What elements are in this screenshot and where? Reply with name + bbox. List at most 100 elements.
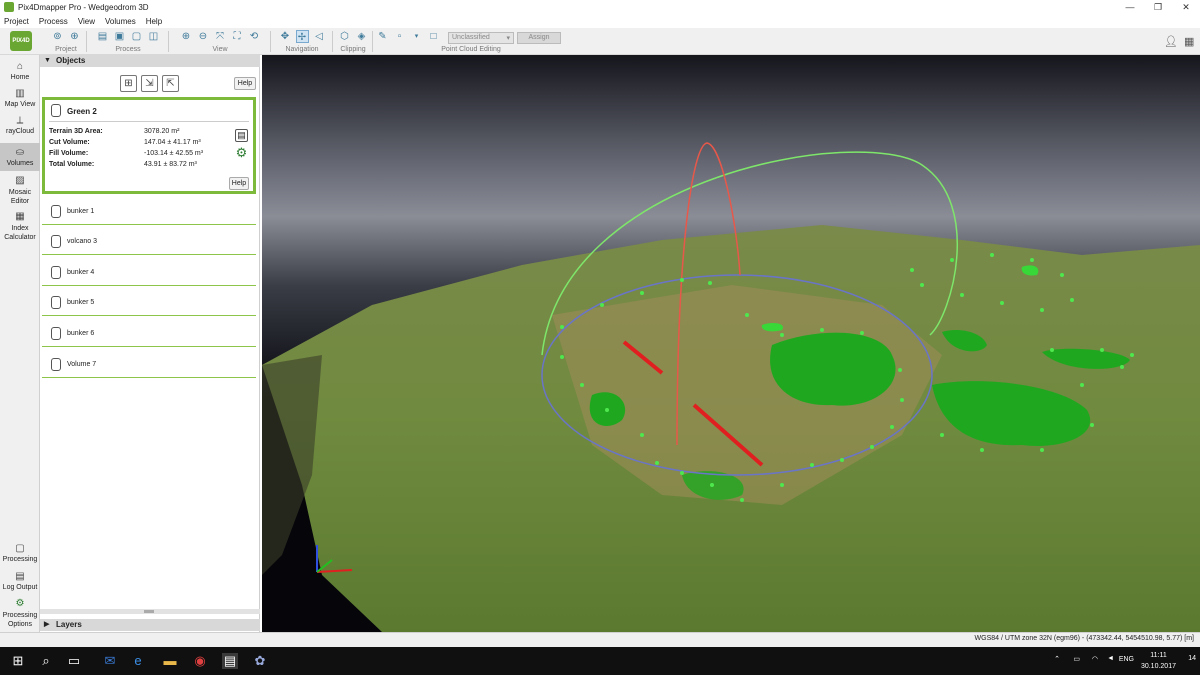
menu-process[interactable]: Process (39, 17, 68, 26)
selected-volume-card[interactable]: Green 2 Terrain 3D Area: 3078.20 m² Cut V… (42, 97, 256, 194)
notification-badge[interactable]: 14 (1188, 655, 1196, 675)
walk-icon[interactable]: ◁ (313, 30, 326, 43)
nav-log-output[interactable]: ▤ Log Output (0, 571, 40, 597)
clip-cube-icon[interactable]: ◈ (355, 30, 368, 43)
app-taskbar-icon[interactable]: ✿ (252, 653, 268, 669)
nav-index-calculator[interactable]: ▦ Index Calculator (0, 211, 40, 245)
volume-help-button[interactable]: Help (229, 177, 249, 190)
menu-bar: Project Process View Volumes Help (0, 14, 1200, 28)
app-icon (4, 2, 14, 12)
language-indicator[interactable]: ENG (1119, 656, 1134, 675)
panel-splitter[interactable] (40, 609, 260, 614)
target-icon[interactable]: ⊕ (68, 30, 81, 43)
report-icon[interactable]: ▤ (235, 129, 248, 142)
battery-icon[interactable]: ▭ (1073, 655, 1080, 675)
cylinder-icon: ⛀ (15, 147, 25, 158)
pix4d-taskbar-icon[interactable]: ▤ (222, 653, 238, 669)
toolbar-group-project: ⊚ ⊕ Project (48, 30, 84, 55)
menu-volumes[interactable]: Volumes (105, 17, 136, 26)
toolbar: PIX4D ⊚ ⊕ Project ▤ ▣ ▢ ◫ Process ⊕ ⊖ ⤧ … (0, 28, 1200, 55)
toolbar-group-process: ▤ ▣ ▢ ◫ Process (96, 30, 160, 53)
menu-help[interactable]: Help (146, 17, 162, 26)
windows-start-icon[interactable]: ⊞ (10, 653, 26, 669)
clock[interactable]: 11:11 30.10.2017 (1141, 650, 1176, 672)
fill-patch (770, 332, 896, 406)
import-volume-button[interactable]: ⇲ (141, 75, 158, 92)
close-button[interactable]: ✕ (1172, 0, 1200, 14)
list-item[interactable]: bunker 6 (42, 321, 256, 347)
nav-processing-options[interactable]: ⚙ Processing Options (0, 598, 40, 632)
cylinder-icon (51, 235, 61, 248)
pix4d-logo: PIX4D (10, 31, 32, 51)
select-icon[interactable]: ▫ (393, 30, 406, 43)
nav-volumes[interactable]: ⛀ Volumes (0, 143, 40, 171)
nav-map-view[interactable]: ▥ Map View (0, 88, 40, 114)
assign-button[interactable]: Assign (517, 32, 561, 44)
chevron-down-icon[interactable]: ▾ (410, 30, 423, 43)
list-item[interactable]: Volume 7 (42, 352, 256, 378)
zoom-fit-icon[interactable]: ⤧ (214, 30, 227, 43)
brush-icon[interactable]: ✎ (376, 30, 389, 43)
total-volume-row: Total Volume: 43.91 ± 83.72 m³ (49, 161, 197, 168)
cylinder-icon (51, 205, 61, 218)
processing-icon: ▢ (15, 543, 25, 554)
volume-icon[interactable]: ◄ (1107, 655, 1114, 675)
outlook-icon[interactable]: ✉ (102, 653, 118, 669)
gear-icon[interactable]: ⚙ (235, 146, 248, 160)
process-step3-icon[interactable]: ◫ (147, 30, 160, 43)
list-item[interactable]: bunker 5 (42, 290, 256, 316)
clip-box-icon[interactable]: ⬡ (338, 30, 351, 43)
nav-mosaic-editor[interactable]: ▨ Mosaic Editor (0, 175, 40, 209)
toolbar-group-clipping: ⬡ ◈ Clipping (336, 30, 370, 55)
objects-header[interactable]: ▼ Objects (40, 55, 260, 67)
home-icon: ⌂ (16, 61, 24, 72)
orbit-icon[interactable]: ✢ (295, 30, 309, 43)
nav-processing[interactable]: ▢ Processing (0, 543, 40, 569)
left-navigation: ⌂ Home ▥ Map View ⟂ rayCloud ⛀ Volumes ▨… (0, 55, 40, 632)
cylinder-icon (51, 327, 61, 340)
export-icon: ⇱ (166, 78, 175, 89)
nav-home[interactable]: ⌂ Home (0, 61, 40, 87)
nav-raycloud[interactable]: ⟂ rayCloud (0, 115, 40, 142)
menu-view[interactable]: View (78, 17, 95, 26)
window-controls: — ❐ ✕ (1116, 0, 1200, 14)
view-rotate-icon[interactable]: ⟲ (248, 30, 261, 43)
menu-grid-icon[interactable]: ▦ (1184, 35, 1194, 48)
taskbar: ⊞ ⌕ ▭ ✉ e ▬ ◉ ▤ ✿ ⌃ ▭ ◠ ◄ ENG 11:11 30.1… (0, 647, 1200, 675)
task-view-icon[interactable]: ▭ (66, 653, 82, 669)
fill-volume-row: Fill Volume: -103.14 ± 42.55 m³ (49, 150, 204, 157)
search-icon[interactable]: ⌕ (38, 653, 54, 669)
minimize-button[interactable]: — (1116, 0, 1144, 14)
zoom-out-icon[interactable]: ⊖ (197, 30, 210, 43)
list-item[interactable]: volcano 3 (42, 229, 256, 255)
color-swatch-icon[interactable]: □ (427, 30, 440, 43)
maximize-button[interactable]: ❐ (1144, 0, 1172, 14)
raycloud-3d-view[interactable] (262, 55, 1200, 632)
list-item[interactable]: bunker 1 (42, 199, 256, 225)
gear-icon: ⚙ (15, 598, 25, 609)
zoom-in-icon[interactable]: ⊕ (180, 30, 193, 43)
explorer-icon[interactable]: ▬ (162, 653, 178, 669)
objects-help-button[interactable]: Help (234, 77, 256, 90)
cylinder-icon (51, 104, 61, 117)
tray-chevron-icon[interactable]: ⌃ (1054, 655, 1060, 675)
process-step1-icon[interactable]: ▣ (113, 30, 126, 43)
new-volume-button[interactable]: ⊞ (120, 75, 137, 92)
open-project-icon[interactable]: ⊚ (51, 30, 64, 43)
network-icon[interactable]: ◠ (1092, 655, 1098, 675)
move-icon[interactable]: ✥ (279, 30, 292, 43)
import-icon: ⇲ (145, 78, 154, 89)
classification-dropdown[interactable]: Unclassified ▾ (448, 32, 514, 44)
process-step2-icon[interactable]: ▢ (130, 30, 143, 43)
axes-icon: ⟂ (16, 115, 24, 126)
list-item[interactable]: bunker 4 (42, 260, 256, 286)
menu-project[interactable]: Project (4, 17, 29, 26)
edge-icon[interactable]: e (130, 653, 146, 669)
layers-header[interactable]: ▶ Layers (40, 619, 260, 631)
chrome-icon[interactable]: ◉ (192, 653, 208, 669)
export-volume-button[interactable]: ⇱ (162, 75, 179, 92)
report-icon[interactable]: ▤ (96, 30, 109, 43)
view-top-icon[interactable]: ⛶ (231, 30, 244, 43)
user-icon[interactable]: 👤︎ (1164, 35, 1178, 48)
grid-icon: ▦ (15, 211, 25, 222)
